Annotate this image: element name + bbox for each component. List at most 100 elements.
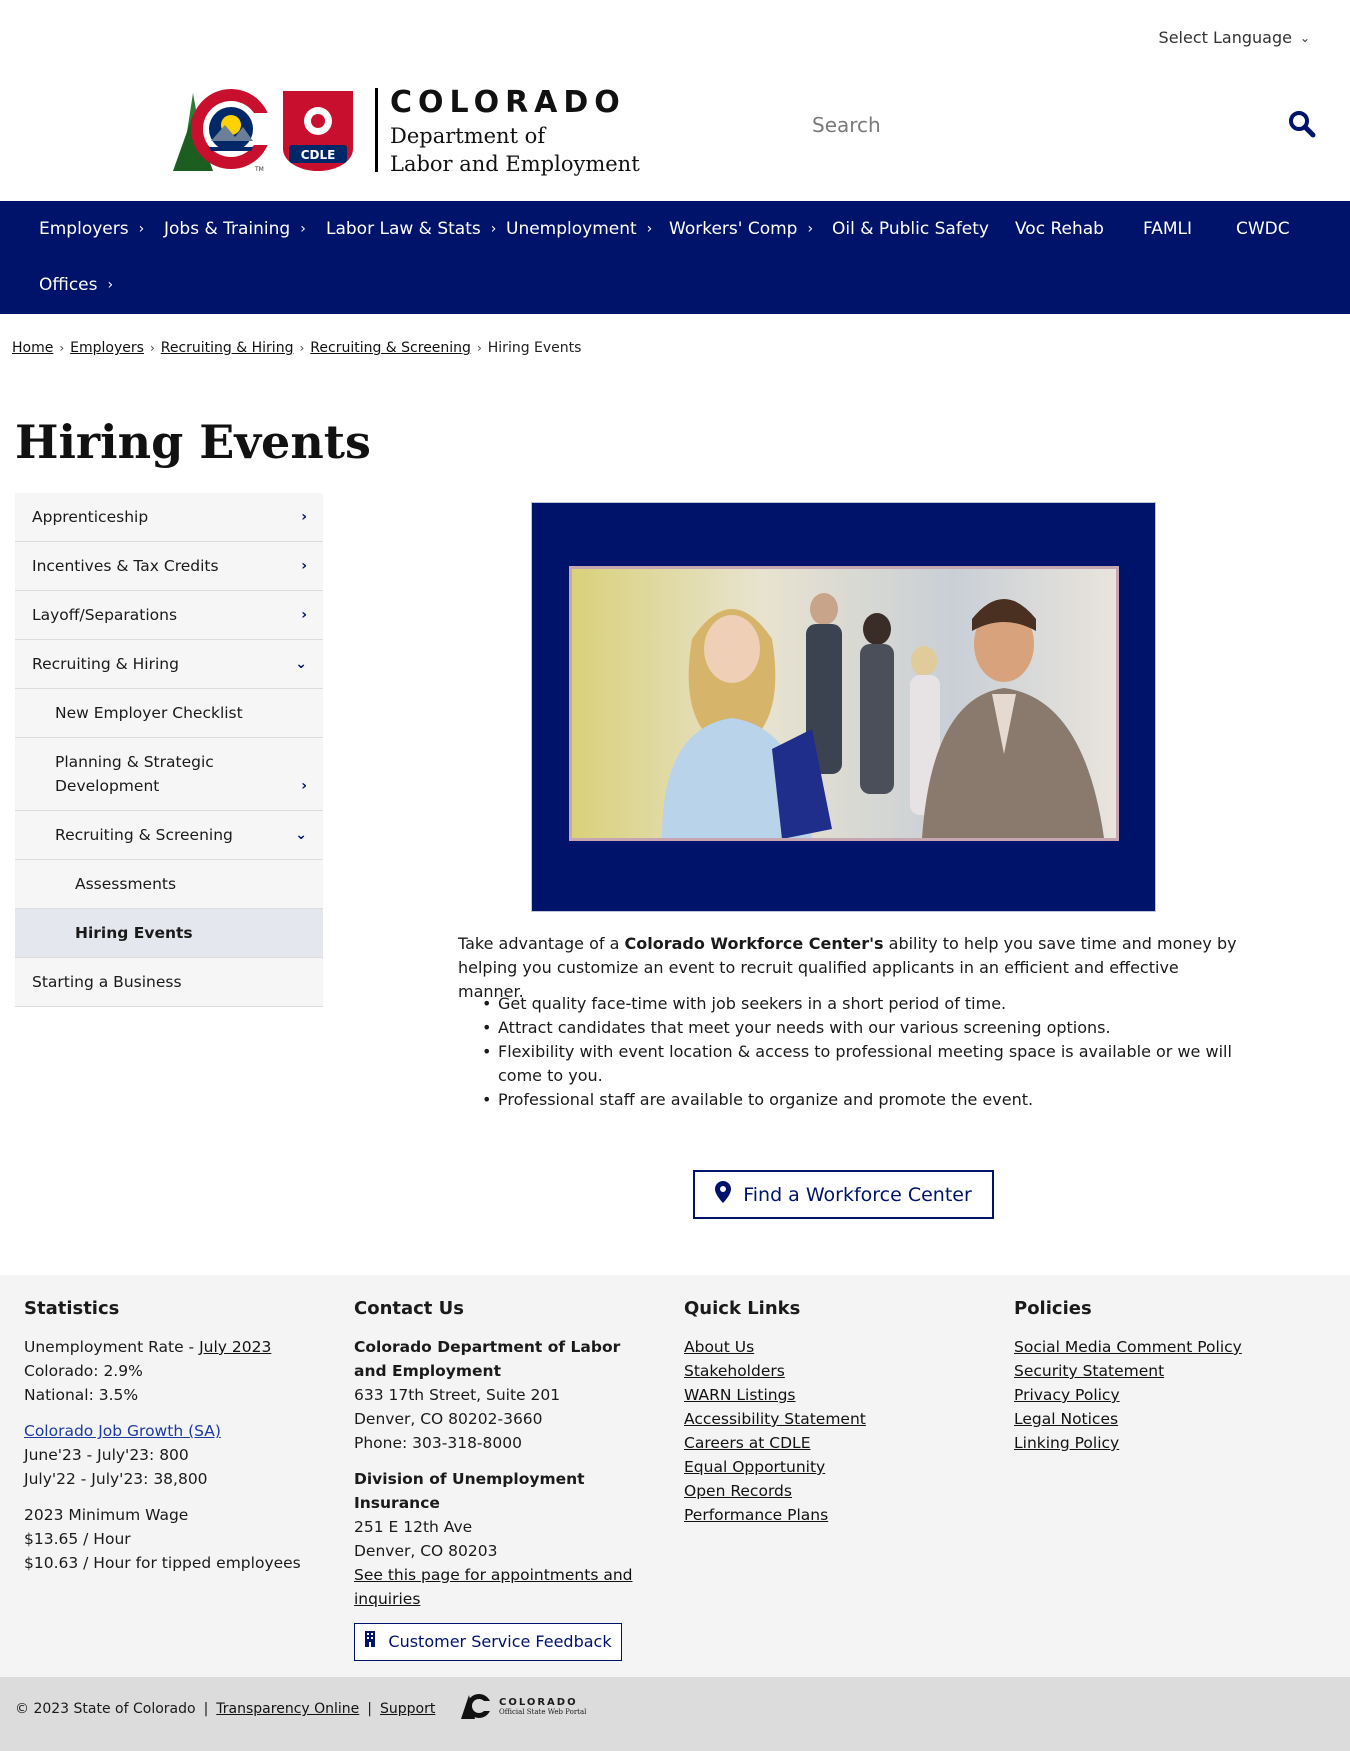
sidebar-item-label: Starting a Business [32, 973, 182, 991]
sidebar-item-incentives[interactable]: Incentives & Tax Credits › [15, 542, 323, 591]
appointments-link[interactable]: See this page for appointments and inqui… [354, 1566, 633, 1608]
search-input[interactable] [796, 113, 1256, 137]
find-workforce-center-button[interactable]: Find a Workforce Center [693, 1170, 994, 1219]
nav-item-workers-comp[interactable]: Workers' Comp › [669, 219, 813, 239]
nav-item-jobs-training[interactable]: Jobs & Training › [164, 219, 306, 239]
sidebar-item-hiring-events[interactable]: Hiring Events [15, 909, 323, 958]
colorado-c-mark-icon [461, 1694, 493, 1719]
job-growth-link[interactable]: Colorado Job Growth (SA) [24, 1422, 221, 1440]
nav-item-famli[interactable]: FAMLI [1143, 219, 1192, 239]
map-pin-icon [715, 1181, 732, 1208]
cdle-logo[interactable]: TM CDLE COLORADO Department of Labor and… [163, 85, 640, 176]
search-icon[interactable] [1288, 110, 1316, 142]
footer-contact: Contact Us Colorado Department of Labor … [354, 1297, 644, 1661]
sidebar-item-layoff[interactable]: Layoff/Separations › [15, 591, 323, 640]
nav-item-unemployment[interactable]: Unemployment › [506, 219, 652, 239]
sidebar-item-starting-business[interactable]: Starting a Business [15, 958, 323, 1007]
policy-link[interactable]: Linking Policy [1014, 1431, 1314, 1455]
nav-label: Offices [39, 275, 98, 295]
language-select-label: Select Language [1158, 28, 1292, 47]
footer-heading: Quick Links [684, 1298, 801, 1319]
wage-tipped: $10.63 / Hour for tipped employees [24, 1554, 301, 1572]
policy-link[interactable]: Privacy Policy [1014, 1383, 1314, 1407]
chevron-down-icon[interactable]: ⌄ [295, 823, 307, 847]
stat-colorado: Colorado: 2.9% [24, 1362, 143, 1380]
chevron-down-icon[interactable]: ⌄ [295, 652, 307, 676]
nav-item-labor-law[interactable]: Labor Law & Stats › [326, 219, 496, 239]
footer-heading: Contact Us [354, 1298, 465, 1319]
quick-link[interactable]: Open Records [684, 1479, 974, 1503]
sidebar-item-apprenticeship[interactable]: Apprenticeship › [15, 493, 323, 542]
language-select[interactable]: Select Language ⌄ [1159, 28, 1310, 47]
quick-link[interactable]: About Us [684, 1335, 974, 1359]
breadcrumb-employers[interactable]: Employers [70, 340, 144, 356]
nav-label: Employers [39, 219, 129, 239]
nav-item-oil-public-safety[interactable]: Oil & Public Safety [832, 219, 989, 239]
footer-policies: Policies Social Media Comment Policy Sec… [1014, 1297, 1314, 1455]
chevron-right-icon[interactable]: › [301, 603, 307, 627]
unemp-label: Unemployment Rate - [24, 1338, 200, 1356]
chevron-right-icon[interactable]: › [301, 505, 307, 529]
footer-statistics: Statistics Unemployment Rate - July 2023… [24, 1297, 324, 1587]
sidebar-item-label: Planning & Strategic Development [55, 753, 214, 795]
logo-dept-line2: Labor and Employment [390, 151, 640, 176]
quick-link[interactable]: Stakeholders [684, 1359, 974, 1383]
tm-mark: TM [254, 166, 264, 173]
chevron-down-icon: ⌄ [1299, 30, 1310, 45]
nav-item-voc-rehab[interactable]: Voc Rehab [1015, 219, 1104, 239]
building-icon [364, 1630, 376, 1654]
quick-link[interactable]: Equal Opportunity [684, 1455, 974, 1479]
contact-addr1: 633 17th Street, Suite 201 [354, 1386, 561, 1404]
sidebar-item-recruiting-hiring[interactable]: Recruiting & Hiring ⌄ [15, 640, 323, 689]
nav-label: Voc Rehab [1015, 219, 1104, 239]
sidebar-nav: Apprenticeship › Incentives & Tax Credits… [15, 493, 323, 1007]
quick-link[interactable]: WARN Listings [684, 1383, 974, 1407]
quick-link[interactable]: Performance Plans [684, 1503, 974, 1527]
unemp-date-link[interactable]: July 2023 [199, 1338, 271, 1356]
breadcrumb-recruiting-screening[interactable]: Recruiting & Screening [310, 340, 471, 356]
quick-link[interactable]: Careers at CDLE [684, 1431, 974, 1455]
hero-image-frame [531, 502, 1156, 912]
colorado-portal-logo[interactable]: COLORADO Official State Web Portal [455, 1691, 586, 1721]
nav-label: FAMLI [1143, 219, 1192, 239]
copyright: © 2023 State of Colorado [15, 1701, 196, 1717]
support-link[interactable]: Support [380, 1701, 435, 1717]
nav-item-offices[interactable]: Offices › [39, 275, 113, 295]
sidebar-item-planning[interactable]: Planning & Strategic Development › [15, 738, 323, 811]
nav-item-cwdc[interactable]: CWDC [1236, 219, 1290, 239]
chevron-right-icon: › [107, 277, 114, 293]
site-header: TM CDLE COLORADO Department of Labor and… [0, 80, 1350, 200]
sidebar-item-recruiting-screening[interactable]: Recruiting & Screening ⌄ [15, 811, 323, 860]
customer-feedback-button[interactable]: Customer Service Feedback [354, 1623, 622, 1661]
chevron-right-icon: › [476, 341, 482, 355]
contact-division: Division of Unemployment Insurance [354, 1470, 585, 1512]
main-nav: Employers › Jobs & Training › Labor Law & … [0, 201, 1350, 314]
transparency-link[interactable]: Transparency Online [216, 1701, 359, 1717]
sidebar-item-new-employer-checklist[interactable]: New Employer Checklist [15, 689, 323, 738]
breadcrumb-recruiting-hiring[interactable]: Recruiting & Hiring [161, 340, 294, 356]
sidebar-item-label: Apprenticeship [32, 508, 149, 526]
nav-item-employers[interactable]: Employers › [39, 219, 144, 239]
contact-phone: Phone: 303-318-8000 [354, 1434, 522, 1452]
policy-link[interactable]: Legal Notices [1014, 1407, 1314, 1431]
sidebar-item-label: Recruiting & Hiring [32, 655, 179, 673]
list-item: Get quality face-time with job seekers i… [482, 992, 1242, 1016]
sidebar-item-label: Recruiting & Screening [55, 826, 233, 844]
logo-wordmark: COLORADO Department of Labor and Employm… [375, 85, 640, 176]
sidebar-item-label: Assessments [75, 875, 177, 893]
logo-dept-line1: Department of [390, 123, 546, 148]
policy-link[interactable]: Security Statement [1014, 1359, 1314, 1383]
nav-label: Oil & Public Safety [832, 219, 989, 239]
breadcrumb-home[interactable]: Home [12, 340, 53, 356]
chevron-right-icon[interactable]: › [301, 774, 307, 798]
footer-heading: Policies [1014, 1298, 1092, 1319]
chevron-right-icon: › [646, 221, 653, 237]
policy-link[interactable]: Social Media Comment Policy [1014, 1335, 1314, 1359]
sidebar-item-assessments[interactable]: Assessments [15, 860, 323, 909]
division-addr2: Denver, CO 80203 [354, 1542, 498, 1560]
wage-title: 2023 Minimum Wage [24, 1506, 189, 1524]
benefits-list: Get quality face-time with job seekers i… [482, 992, 1242, 1112]
quick-link[interactable]: Accessibility Statement [684, 1407, 974, 1431]
page-title: Hiring Events [15, 415, 371, 469]
chevron-right-icon[interactable]: › [301, 554, 307, 578]
